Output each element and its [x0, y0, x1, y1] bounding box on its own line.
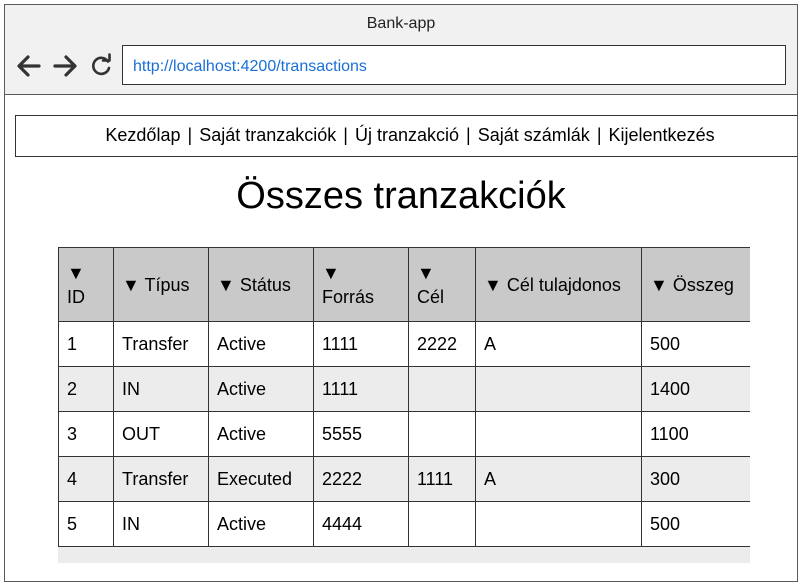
column-header-target[interactable]: ▼ Cél — [408, 247, 476, 322]
cell-source: 1111 — [313, 321, 409, 367]
window-title: Bank-app — [366, 15, 436, 32]
cell-target-owner: A — [475, 456, 642, 502]
menu-separator: | — [596, 125, 602, 145]
browser-chrome: Bank-app http://localhost:4200/transacti… — [5, 5, 797, 95]
transactions-table-container: ▼ ID ▼ Típus ▼ Státus ▼ Forrás ▼ Cél ▼ C… — [58, 247, 750, 563]
menu-separator: | — [343, 125, 348, 145]
cell-id: 5 — [58, 501, 114, 547]
table-row[interactable]: 1 Transfer Active 1111 2222 A 500 — [58, 321, 750, 367]
cell-type: IN — [113, 501, 209, 547]
menu-separator: | — [187, 125, 193, 145]
table-row[interactable]: 4 Transfer Executed 2222 1111 A 300 — [58, 456, 750, 502]
sort-down-icon: ▼ — [417, 262, 435, 283]
cell-target: 1111 — [408, 456, 476, 502]
sort-down-icon: ▼ — [122, 274, 140, 295]
column-header-id[interactable]: ▼ ID — [58, 247, 114, 322]
cell-target-owner: A — [475, 321, 642, 367]
sort-down-icon: ▼ — [322, 262, 340, 283]
cell-status: Active — [208, 411, 314, 457]
cell-target — [408, 501, 476, 547]
cell-type: IN — [113, 366, 209, 412]
column-header-label: Cél tulajdonos — [506, 274, 621, 295]
cell-id: 2 — [58, 366, 114, 412]
cell-target — [408, 411, 476, 457]
reload-icon[interactable] — [87, 52, 115, 80]
table-header-row: ▼ ID ▼ Típus ▼ Státus ▼ Forrás ▼ Cél ▼ C… — [58, 247, 750, 322]
table-row[interactable]: 5 IN Active 4444 500 — [58, 501, 750, 547]
sort-down-icon: ▼ — [217, 274, 235, 295]
cell-status: Active — [208, 321, 314, 367]
cell-type: OUT — [113, 411, 209, 457]
cell-status: Executed — [208, 456, 314, 502]
column-header-type[interactable]: ▼ Típus — [113, 247, 209, 322]
cell-id: 1 — [58, 321, 114, 367]
cell-status: Active — [208, 501, 314, 547]
menu-item-own-accounts[interactable]: Saját számlák — [478, 125, 590, 145]
transactions-table: ▼ ID ▼ Típus ▼ Státus ▼ Forrás ▼ Cél ▼ C… — [58, 247, 750, 547]
column-header-label: Összeg — [672, 274, 734, 295]
cell-type: Transfer — [113, 321, 209, 367]
cell-amount: 300 — [641, 456, 750, 502]
arrow-left-icon[interactable] — [15, 52, 43, 80]
column-header-label: Típus — [144, 274, 190, 295]
sort-down-icon: ▼ — [484, 274, 502, 295]
column-header-amount[interactable]: ▼ Összeg — [641, 247, 750, 322]
cell-target: 2222 — [408, 321, 476, 367]
cell-amount: 500 — [641, 321, 750, 367]
column-header-source[interactable]: ▼ Forrás — [313, 247, 409, 322]
cell-amount: 1100 — [641, 411, 750, 457]
cell-source: 5555 — [313, 411, 409, 457]
cell-target-owner — [475, 501, 642, 547]
arrow-right-icon[interactable] — [51, 52, 79, 80]
column-header-label: Forrás — [322, 286, 375, 307]
cell-source: 4444 — [313, 501, 409, 547]
menu-item-logout[interactable]: Kijelentkezés — [609, 125, 715, 145]
menu-item-home[interactable]: Kezdőlap — [105, 125, 180, 145]
menu-separator: | — [466, 125, 471, 145]
cell-source: 2222 — [313, 456, 409, 502]
page-title: Összes tranzakciók — [236, 175, 566, 217]
column-header-status[interactable]: ▼ Státus — [208, 247, 314, 322]
sort-down-icon: ▼ — [650, 274, 668, 295]
cell-amount: 1400 — [641, 366, 750, 412]
cell-type: Transfer — [113, 456, 209, 502]
column-header-target-owner[interactable]: ▼ Cél tulajdonos — [475, 247, 642, 322]
cell-id: 3 — [58, 411, 114, 457]
cell-id: 4 — [58, 456, 114, 502]
cell-target-owner — [475, 366, 642, 412]
cell-target — [408, 366, 476, 412]
browser-window: Bank-app http://localhost:4200/transacti… — [4, 4, 798, 582]
menu-item-new-transaction[interactable]: Új tranzakció — [355, 125, 459, 145]
cell-source: 1111 — [313, 366, 409, 412]
column-header-label: Státus — [239, 274, 291, 295]
column-header-label: Cél — [417, 286, 445, 307]
cell-status: Active — [208, 366, 314, 412]
sort-down-icon: ▼ — [67, 262, 85, 283]
column-header-label: ID — [67, 286, 85, 307]
cell-amount: 500 — [641, 501, 750, 547]
cell-target-owner — [475, 411, 642, 457]
table-row[interactable]: 2 IN Active 1111 1400 — [58, 366, 750, 412]
nav-menu: Kezdőlap | Saját tranzakciók | Új tranza… — [15, 115, 797, 157]
menu-item-own-transactions[interactable]: Saját tranzakciók — [199, 125, 336, 145]
table-row[interactable]: 3 OUT Active 5555 1100 — [58, 411, 750, 457]
address-bar[interactable]: http://localhost:4200/transactions — [122, 45, 786, 85]
